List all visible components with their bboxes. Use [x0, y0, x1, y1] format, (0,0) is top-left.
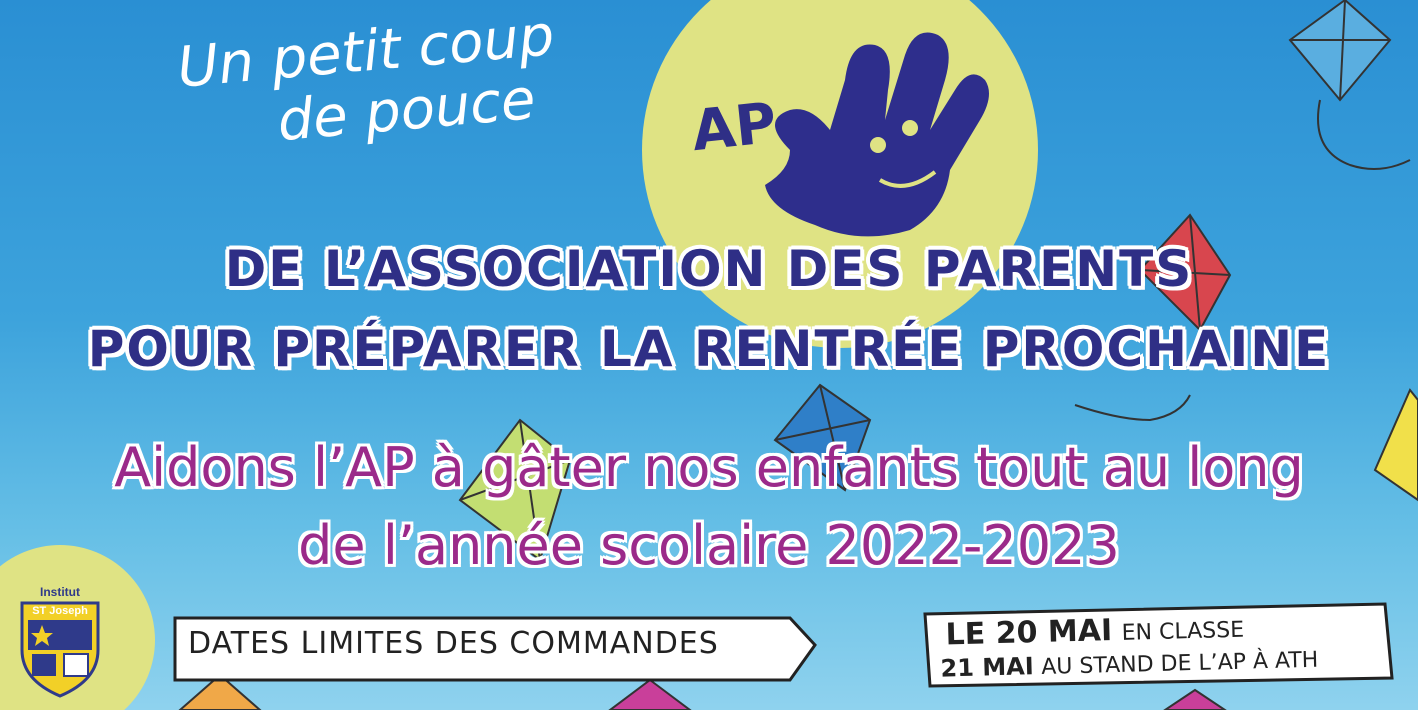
date-1: LE 20 MAI: [945, 613, 1113, 653]
kite-icon: [1163, 688, 1227, 710]
appeal-line-2: de l’année scolaire 2022-2023: [298, 514, 1120, 577]
deadline-label: DATES LIMITES DES COMMANDES: [188, 626, 719, 661]
place-1: EN CLASSE: [1121, 617, 1245, 646]
appeal-line-1: Aidons l’AP à gâter nos enfants tout au …: [114, 436, 1304, 499]
school-name-line-1: Institut: [40, 585, 80, 599]
school-name-line-2: ST Joseph: [32, 605, 88, 617]
ap-logo-text: AP: [688, 90, 780, 165]
banner: Un petit coup de pouce AP DE L’ASSOCIATI…: [0, 0, 1418, 710]
date-2: 21 MAI: [940, 652, 1035, 683]
kite-icon: [1288, 0, 1411, 170]
headline-line-2: POUR PRÉPARER LA RENTRÉE PROCHAINE: [87, 320, 1331, 378]
kite-icon: [608, 678, 692, 710]
headline-line-1: DE L’ASSOCIATION DES PARENTS: [224, 240, 1194, 298]
dates-block: LE 20 MAI EN CLASSE 21 MAI AU STAND DE L…: [929, 606, 1379, 683]
